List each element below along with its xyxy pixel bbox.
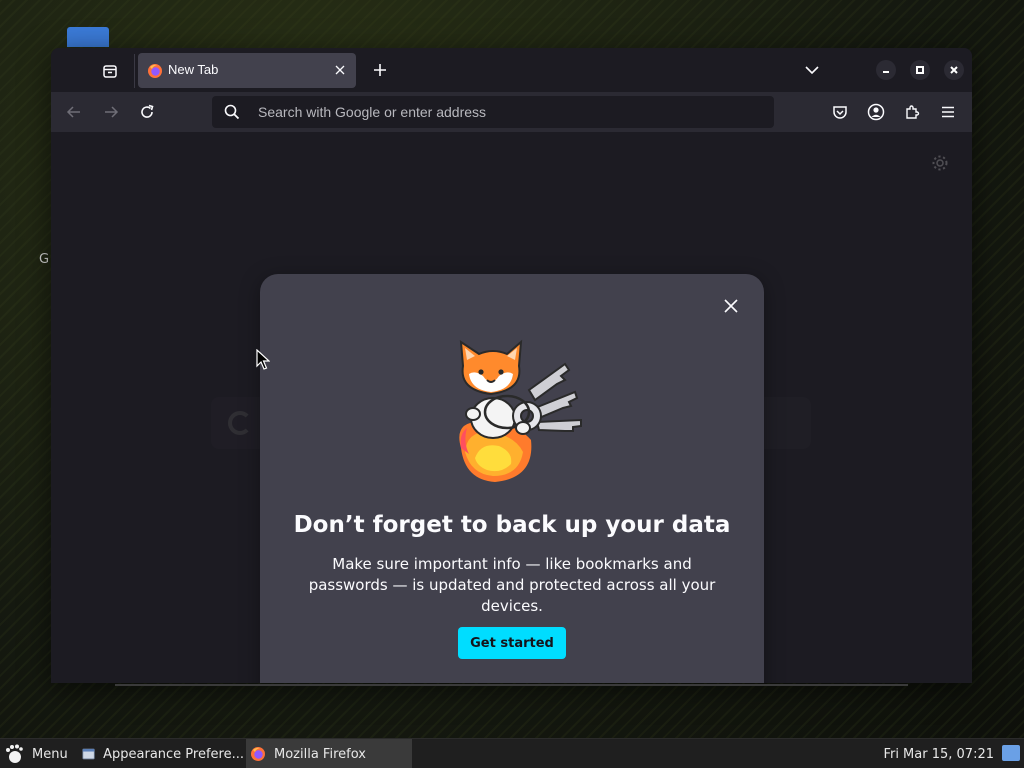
minimize-icon: [883, 71, 889, 73]
maximize-icon: [916, 66, 924, 74]
firefox-icon: [251, 747, 265, 761]
firefox-view-icon: [103, 65, 117, 78]
window-app-icon: [82, 748, 95, 760]
arrow-right-icon: [105, 106, 119, 118]
navigation-toolbar: [51, 92, 972, 132]
mouse-pointer-icon: [256, 349, 270, 370]
account-icon: [867, 103, 885, 121]
desktop-text: G: [39, 252, 50, 267]
list-all-tabs-button[interactable]: [802, 60, 822, 80]
file-manager-tray-icon[interactable]: [1002, 745, 1020, 761]
fox-with-keys-illustration: [459, 339, 582, 482]
taskbar-item-label: Mozilla Firefox: [274, 746, 366, 762]
address-bar[interactable]: [212, 96, 774, 128]
taskbar: Menu Appearance Prefere... Mozilla Firef…: [0, 738, 1024, 768]
minimize-button[interactable]: [876, 60, 896, 80]
tab-close-button[interactable]: [332, 62, 348, 78]
puzzle-icon: [906, 105, 920, 119]
taskbar-item-label: Appearance Prefere...: [103, 746, 244, 762]
url-input[interactable]: [258, 96, 758, 128]
account-button[interactable]: [865, 101, 887, 123]
pocket-icon: [833, 106, 847, 119]
gnome-foot-icon: [6, 744, 23, 763]
reload-button[interactable]: [136, 101, 158, 123]
hamburger-menu-icon: [942, 106, 954, 118]
forward-button[interactable]: [100, 101, 122, 123]
tab-separator: [134, 54, 135, 88]
desktop-folder-icon[interactable]: [67, 27, 109, 47]
close-icon: [724, 299, 738, 313]
dialog-description: Make sure important info — like bookmark…: [308, 555, 716, 615]
firefox-window: New Tab Search with Google or enter addr…: [51, 48, 972, 683]
plus-icon: [374, 64, 386, 76]
new-tab-button[interactable]: [370, 60, 390, 80]
close-icon: [950, 66, 958, 74]
menu-label: Menu: [32, 746, 68, 762]
extensions-button[interactable]: [901, 101, 923, 123]
app-menu-button[interactable]: [937, 101, 959, 123]
tab-new-tab[interactable]: New Tab: [138, 53, 356, 88]
firefox-icon: [148, 64, 162, 78]
window-shadow-edge: [115, 684, 908, 686]
tab-bar: New Tab: [51, 48, 972, 92]
dialog-close-button[interactable]: [719, 294, 743, 318]
backup-reminder-dialog: Don’t forget to back up your data Make s…: [260, 274, 764, 683]
new-tab-page: Don’t forget to back up your data Make s…: [51, 132, 972, 683]
clock[interactable]: Fri Mar 15, 07:21: [883, 739, 994, 768]
firefox-view-button[interactable]: [99, 60, 121, 82]
maximize-button[interactable]: [910, 60, 930, 80]
get-started-button[interactable]: Get started: [458, 627, 566, 659]
window-close-button[interactable]: [944, 60, 964, 80]
arrow-left-icon: [66, 106, 80, 118]
chevron-down-icon: [805, 66, 819, 75]
back-button[interactable]: [63, 101, 85, 123]
taskbar-item-firefox[interactable]: Mozilla Firefox: [246, 739, 412, 768]
search-icon: [224, 104, 240, 120]
dialog-title: Don’t forget to back up your data: [293, 512, 731, 538]
tab-title: New Tab: [168, 62, 219, 77]
close-icon: [335, 65, 345, 75]
taskbar-item-appearance[interactable]: Appearance Prefere...: [80, 739, 244, 768]
start-menu-button[interactable]: Menu: [4, 739, 68, 768]
pocket-button[interactable]: [829, 101, 851, 123]
reload-icon: [141, 104, 154, 118]
